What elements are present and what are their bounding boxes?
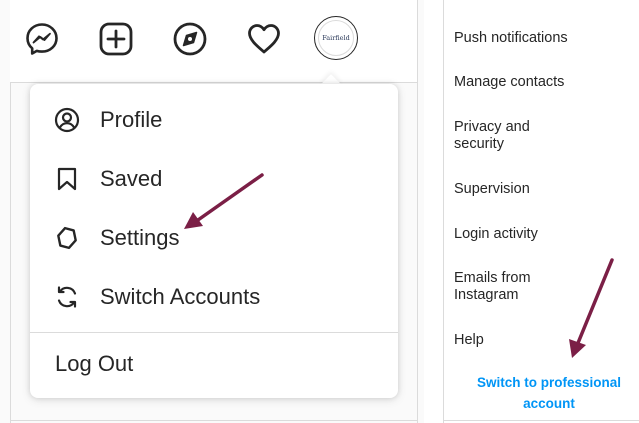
log-out-button[interactable]: Log Out [30, 334, 398, 394]
settings-item-manage-contacts[interactable]: Manage contacts [454, 74, 624, 91]
settings-item-help[interactable]: Help [454, 332, 624, 349]
activity-heart-icon[interactable] [244, 19, 284, 59]
profile-icon [52, 105, 82, 135]
menu-item-label: Profile [100, 107, 163, 132]
right-border [417, 0, 418, 423]
log-out-label: Log Out [55, 351, 134, 376]
menu-item-label: Switch Accounts [100, 284, 261, 309]
menu-item-label: Saved [100, 166, 163, 191]
menu-item-settings[interactable]: Settings [30, 208, 398, 268]
menu-item-profile[interactable]: Profile [30, 90, 398, 150]
bookmark-icon [52, 164, 82, 194]
settings-item-emails-from-instagram[interactable]: Emails from Instagram [454, 270, 564, 304]
settings-item-supervision[interactable]: Supervision [454, 181, 624, 198]
settings-item-push-notifications[interactable]: Push notifications [454, 30, 624, 47]
bottom-border [444, 420, 639, 421]
avatar: Fairfield [318, 20, 354, 56]
menu-item-switch-accounts[interactable]: Switch Accounts [30, 267, 398, 327]
settings-item-privacy-and-security[interactable]: Privacy and security [454, 119, 564, 153]
avatar-logo-text: Fairfield [322, 34, 350, 42]
explore-compass-icon[interactable] [170, 19, 210, 59]
switch-to-professional-account-link[interactable]: Switch to professional account [464, 372, 634, 414]
menu-item-label: Settings [100, 225, 180, 250]
menu-item-saved[interactable]: Saved [30, 149, 398, 209]
new-post-icon[interactable] [96, 19, 136, 59]
messenger-icon[interactable] [22, 19, 62, 59]
bottom-border [10, 420, 417, 421]
switch-accounts-icon [52, 282, 82, 312]
settings-side-menu: Push notifications Manage contacts Priva… [443, 0, 639, 423]
menu-divider [30, 332, 398, 333]
profile-avatar-button[interactable]: Fairfield [314, 16, 358, 60]
instagram-web-window: Fairfield Profile Saved Settings Switch … [0, 0, 424, 423]
profile-dropdown-menu: Profile Saved Settings Switch Accounts L… [30, 84, 398, 398]
settings-gear-icon [52, 223, 82, 253]
settings-item-login-activity[interactable]: Login activity [454, 226, 624, 243]
